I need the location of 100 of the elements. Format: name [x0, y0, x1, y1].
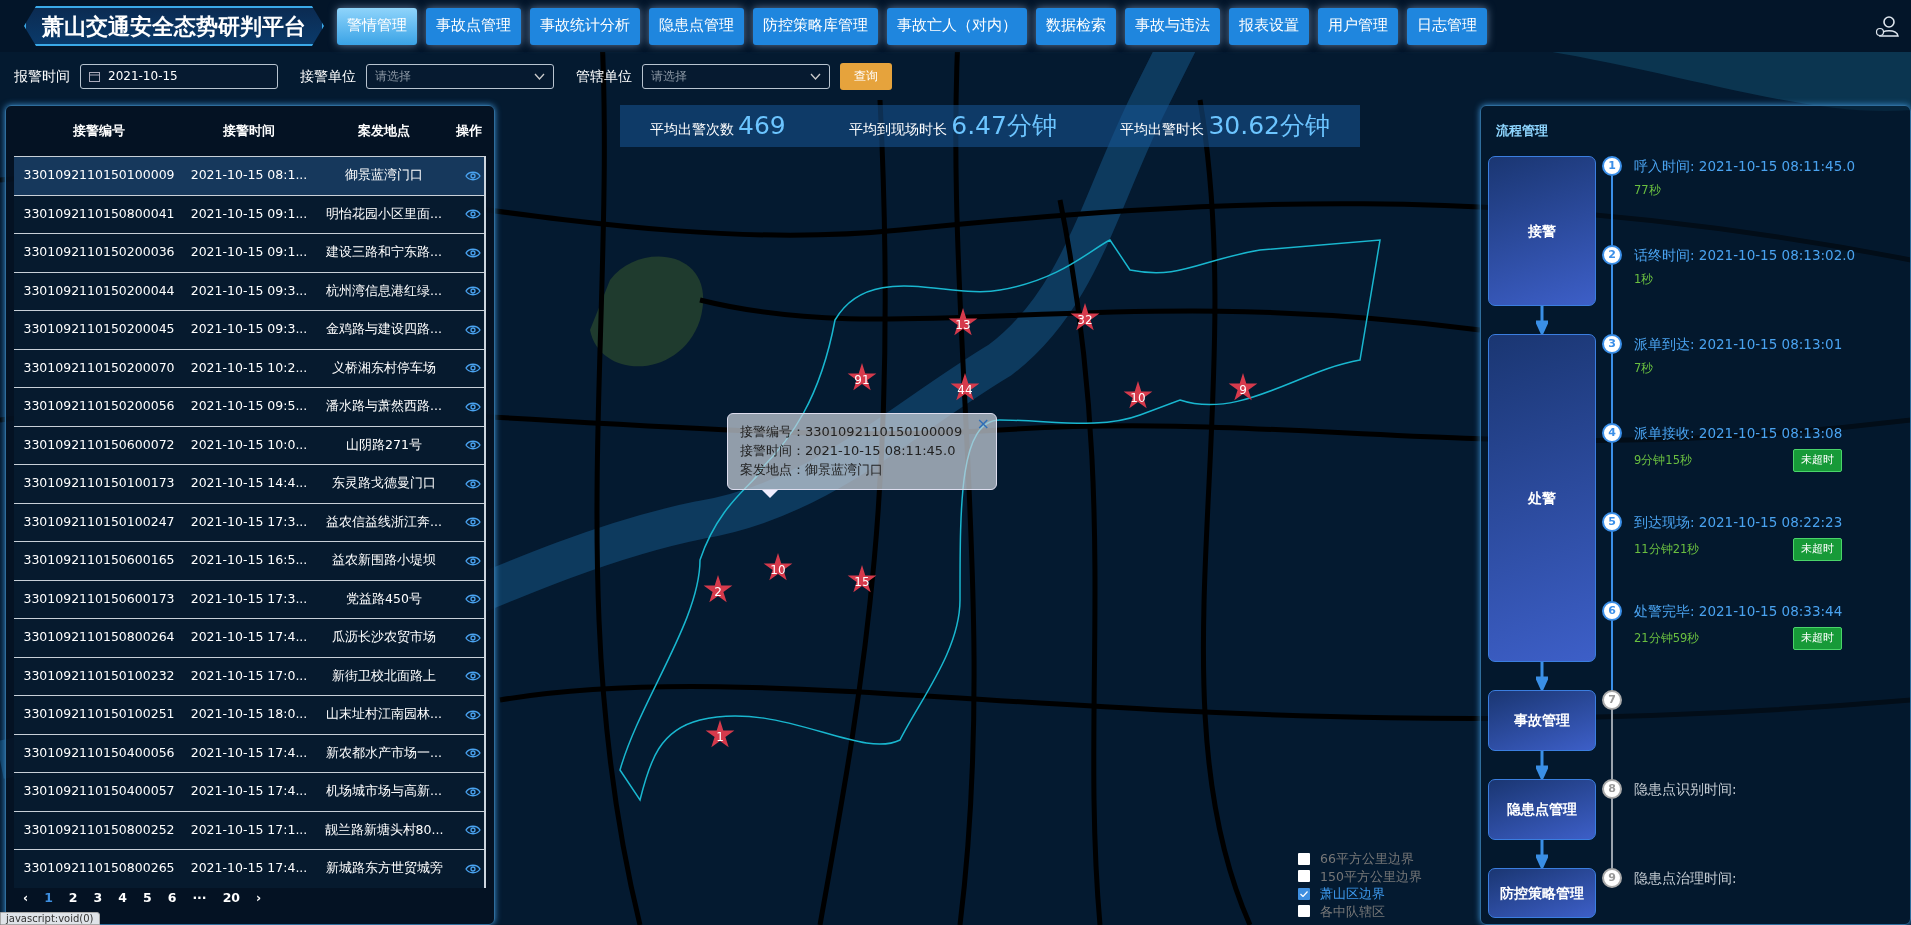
- table-cell: 3301092110150800041: [23, 205, 175, 221]
- eye-icon[interactable]: [464, 632, 481, 643]
- table-cell: 2021-10-15 17:4...: [190, 860, 308, 876]
- down-arrow-icon: [1536, 662, 1548, 690]
- table-row[interactable]: 3301092110150800265 2021-10-15 17:4... 新城路东方世贸城旁: [14, 849, 484, 888]
- page-button[interactable]: 1: [41, 889, 56, 905]
- page-button[interactable]: 4: [115, 889, 130, 905]
- table-row[interactable]: 3301092110150600165 2021-10-15 16:5... 益农新围路小堤坝: [14, 541, 484, 580]
- table-cell: 新街卫校北面路上: [332, 667, 436, 683]
- table-cell: 3301092110150600072: [23, 436, 175, 452]
- table-row[interactable]: 3301092110150200045 2021-10-15 09:3... 金鸡路与建设四路...: [14, 310, 484, 349]
- user-icon[interactable]: [1875, 14, 1899, 38]
- nav-tab[interactable]: 用户管理: [1318, 7, 1398, 45]
- table-row[interactable]: 3301092110150400056 2021-10-15 17:4... 新农都水产市场一...: [14, 733, 484, 772]
- nav-tab[interactable]: 事故点管理: [426, 7, 521, 45]
- down-arrow-icon: [1536, 751, 1548, 779]
- page-button[interactable]: 2: [65, 889, 81, 905]
- table-cell: 金鸡路与建设四路...: [326, 321, 442, 337]
- eye-icon[interactable]: [464, 363, 481, 374]
- eye-icon[interactable]: [464, 709, 481, 720]
- eye-icon[interactable]: [464, 748, 481, 759]
- table-cell: 2021-10-15 17:1...: [190, 821, 308, 837]
- eye-icon[interactable]: [464, 517, 481, 528]
- caret-icon: [810, 72, 821, 80]
- table-row[interactable]: 3301092110150100247 2021-10-15 17:3... 益农信益线浙江奔...: [14, 502, 484, 541]
- stage-box: 事故管理: [1488, 690, 1596, 751]
- table-cell: 瓜沥长沙农贸市场: [332, 629, 436, 645]
- table-row[interactable]: 3301092110150200036 2021-10-15 09:1... 建设三路和宁东路...: [14, 233, 484, 272]
- nav-tab[interactable]: 事故与违法: [1125, 7, 1220, 45]
- table-row[interactable]: 3301092110150200056 2021-10-15 09:5... 潘水路与萧然西路...: [14, 387, 484, 426]
- step-duration: 7秒: [1634, 360, 1654, 377]
- checkbox[interactable]: [1298, 905, 1310, 918]
- select-field[interactable]: 请选择: [642, 63, 830, 89]
- nav-tab[interactable]: 事故统计分析: [530, 7, 640, 45]
- checkbox-label: 萧山区边界: [1320, 885, 1385, 903]
- table-row[interactable]: 3301092110150100173 2021-10-15 14:4... 东灵路戈德曼门口: [14, 464, 484, 503]
- table-cell: 2021-10-15 17:3...: [190, 513, 308, 529]
- table-row[interactable]: 3301092110150200070 2021-10-15 10:2... 义桥湘东村停车场: [14, 348, 484, 387]
- table-row[interactable]: 3301092110150400057 2021-10-15 17:4... 机场城市场与高新...: [14, 772, 484, 811]
- table-row[interactable]: 3301092110150200044 2021-10-15 09:3... 杭州湾信息港红绿...: [14, 271, 484, 310]
- checkbox[interactable]: [1298, 870, 1310, 883]
- eye-icon[interactable]: [464, 401, 481, 412]
- nav-tab[interactable]: 防控策略库管理: [753, 7, 878, 45]
- table-cell: 3301092110150800265: [23, 860, 175, 876]
- nav-tab[interactable]: 报表设置: [1229, 7, 1309, 45]
- table-cell: 2021-10-15 09:3...: [190, 321, 308, 337]
- table-row[interactable]: 3301092110150600072 2021-10-15 10:0... 山阴路271号: [14, 425, 484, 464]
- table-cell: 2021-10-15 14:4...: [190, 475, 308, 491]
- table-row[interactable]: 3301092110150100232 2021-10-15 17:0... 新街卫校北面路上: [14, 656, 484, 695]
- nav-tab[interactable]: 数据检索: [1036, 7, 1116, 45]
- prev-page-button[interactable]: ‹: [20, 889, 32, 905]
- eye-icon[interactable]: [464, 247, 481, 258]
- table-cell: 杭州湾信息港红绿...: [326, 282, 442, 298]
- table-cell: 御景蓝湾门口: [345, 167, 423, 183]
- nav-tab[interactable]: 日志管理: [1407, 7, 1487, 45]
- eye-icon[interactable]: [464, 324, 481, 335]
- table-cell: 3301092110150200056: [23, 398, 175, 414]
- eye-icon[interactable]: [464, 594, 481, 605]
- table-row[interactable]: 3301092110150100009 2021-10-15 08:1... 御景蓝湾门口: [14, 156, 484, 195]
- table-cell: 3301092110150200045: [23, 321, 175, 337]
- table-row[interactable]: 3301092110150600173 2021-10-15 17:3... 党益路450号: [14, 579, 484, 618]
- eye-icon[interactable]: [464, 170, 481, 181]
- page-button[interactable]: 20: [219, 889, 244, 905]
- table-cell: 2021-10-15 18:0...: [190, 706, 308, 722]
- table-cell: 3301092110150100247: [23, 513, 175, 529]
- table-row[interactable]: 3301092110150800252 2021-10-15 17:1... 靓兰路新塘头村80...: [14, 810, 484, 849]
- stage-box: 处警: [1488, 334, 1596, 662]
- step-duration: 9分钟15秒: [1634, 451, 1692, 469]
- page-button[interactable]: 5: [139, 889, 155, 905]
- table-cell: 3301092110150800252: [23, 821, 175, 837]
- stage-box: 防控策略管理: [1488, 868, 1596, 918]
- nav-tab[interactable]: 隐患点管理: [649, 7, 744, 45]
- table-cell: 2021-10-15 17:4...: [190, 783, 308, 799]
- stat-value: 469: [738, 110, 786, 143]
- eye-icon[interactable]: [464, 478, 481, 489]
- eye-icon[interactable]: [464, 209, 481, 220]
- table-row[interactable]: 3301092110150800041 2021-10-15 09:1... 明怡花园小区里面...: [14, 194, 484, 233]
- eye-icon[interactable]: [464, 863, 481, 874]
- page-button[interactable]: ···: [189, 889, 210, 905]
- step-time: 话终时间: 2021-10-15 08:13:02.0: [1634, 246, 1856, 265]
- eye-icon[interactable]: [464, 286, 481, 297]
- eye-icon[interactable]: [464, 786, 481, 797]
- checkbox-label: 150平方公里边界: [1320, 867, 1422, 885]
- down-arrow-icon: [1536, 840, 1548, 868]
- select-field[interactable]: 请选择: [366, 63, 554, 89]
- eye-icon[interactable]: [464, 555, 481, 566]
- next-page-button[interactable]: ›: [253, 889, 265, 905]
- eye-icon[interactable]: [464, 825, 481, 836]
- eye-icon[interactable]: [464, 671, 481, 682]
- page-button[interactable]: 6: [164, 889, 180, 905]
- filter-label: 报警时间: [14, 66, 70, 86]
- eye-icon[interactable]: [464, 440, 481, 451]
- date-field[interactable]: 2021-10-15: [80, 63, 278, 89]
- table-cell: 益农新围路小堤坝: [332, 552, 436, 568]
- page-button[interactable]: 3: [90, 889, 106, 905]
- nav-tab[interactable]: 事故亡人（对内）: [887, 7, 1027, 45]
- table-row[interactable]: 3301092110150100251 2021-10-15 18:0... 山末址村江南园林...: [14, 695, 484, 734]
- checkbox-label: 66平方公里边界: [1320, 850, 1414, 868]
- table-row[interactable]: 3301092110150800264 2021-10-15 17:4... 瓜沥长沙农贸市场: [14, 618, 484, 657]
- popup-text: 接警编号：3301092110150100009: [740, 423, 964, 441]
